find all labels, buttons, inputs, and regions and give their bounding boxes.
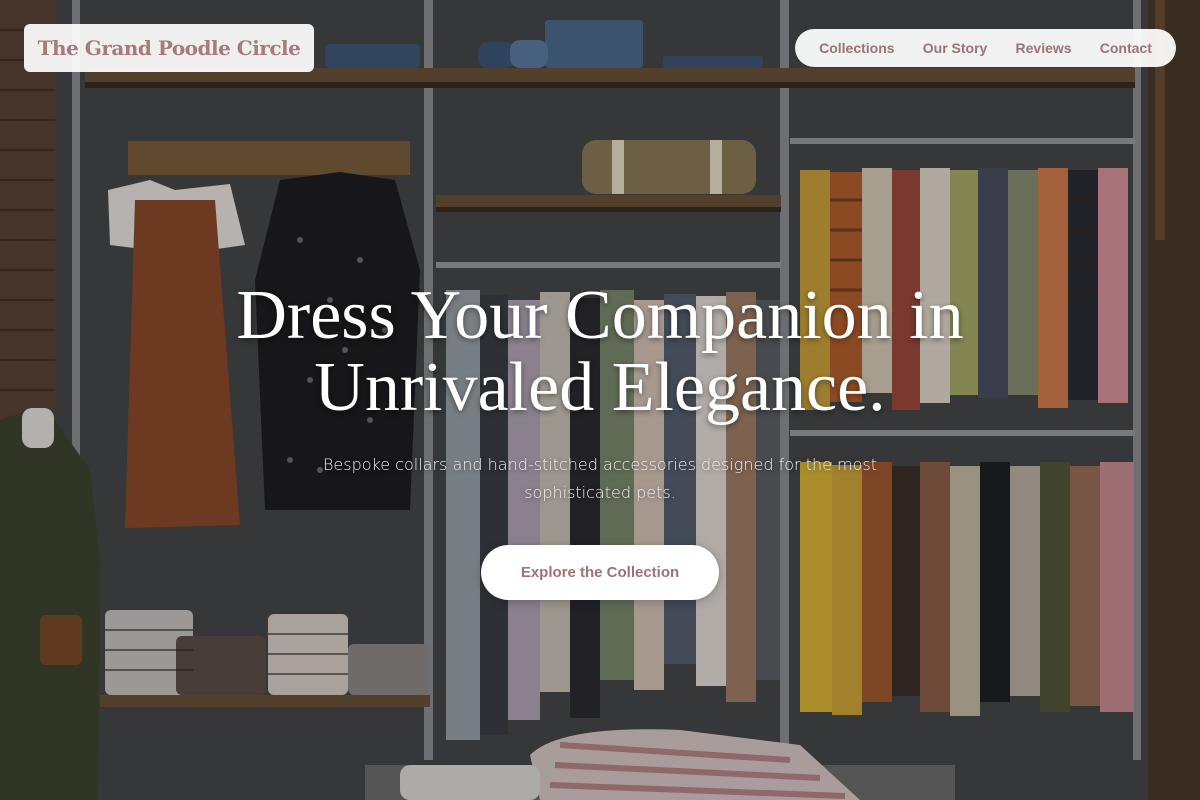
- hero-section: The Grand Poodle Circle Collections Our …: [0, 0, 1200, 800]
- main-nav: Collections Our Story Reviews Contact: [795, 29, 1176, 67]
- nav-link-reviews[interactable]: Reviews: [1016, 40, 1072, 56]
- nav-link-our-story[interactable]: Our Story: [923, 40, 988, 56]
- hero-headline: Dress Your Companion in Unrivaled Elegan…: [100, 280, 1100, 424]
- explore-collection-button[interactable]: Explore the Collection: [481, 545, 719, 600]
- brand-name: The Grand Poodle Circle: [37, 36, 301, 60]
- hero-subheadline: Bespoke collars and hand-stitched access…: [322, 455, 878, 502]
- hero-headline-line-2: Unrivaled Elegance.: [314, 349, 886, 426]
- hero-headline-line-1: Dress Your Companion in: [236, 277, 964, 354]
- nav-link-collections[interactable]: Collections: [819, 40, 894, 56]
- nav-link-contact[interactable]: Contact: [1100, 40, 1152, 56]
- brand-logo[interactable]: The Grand Poodle Circle: [24, 24, 314, 72]
